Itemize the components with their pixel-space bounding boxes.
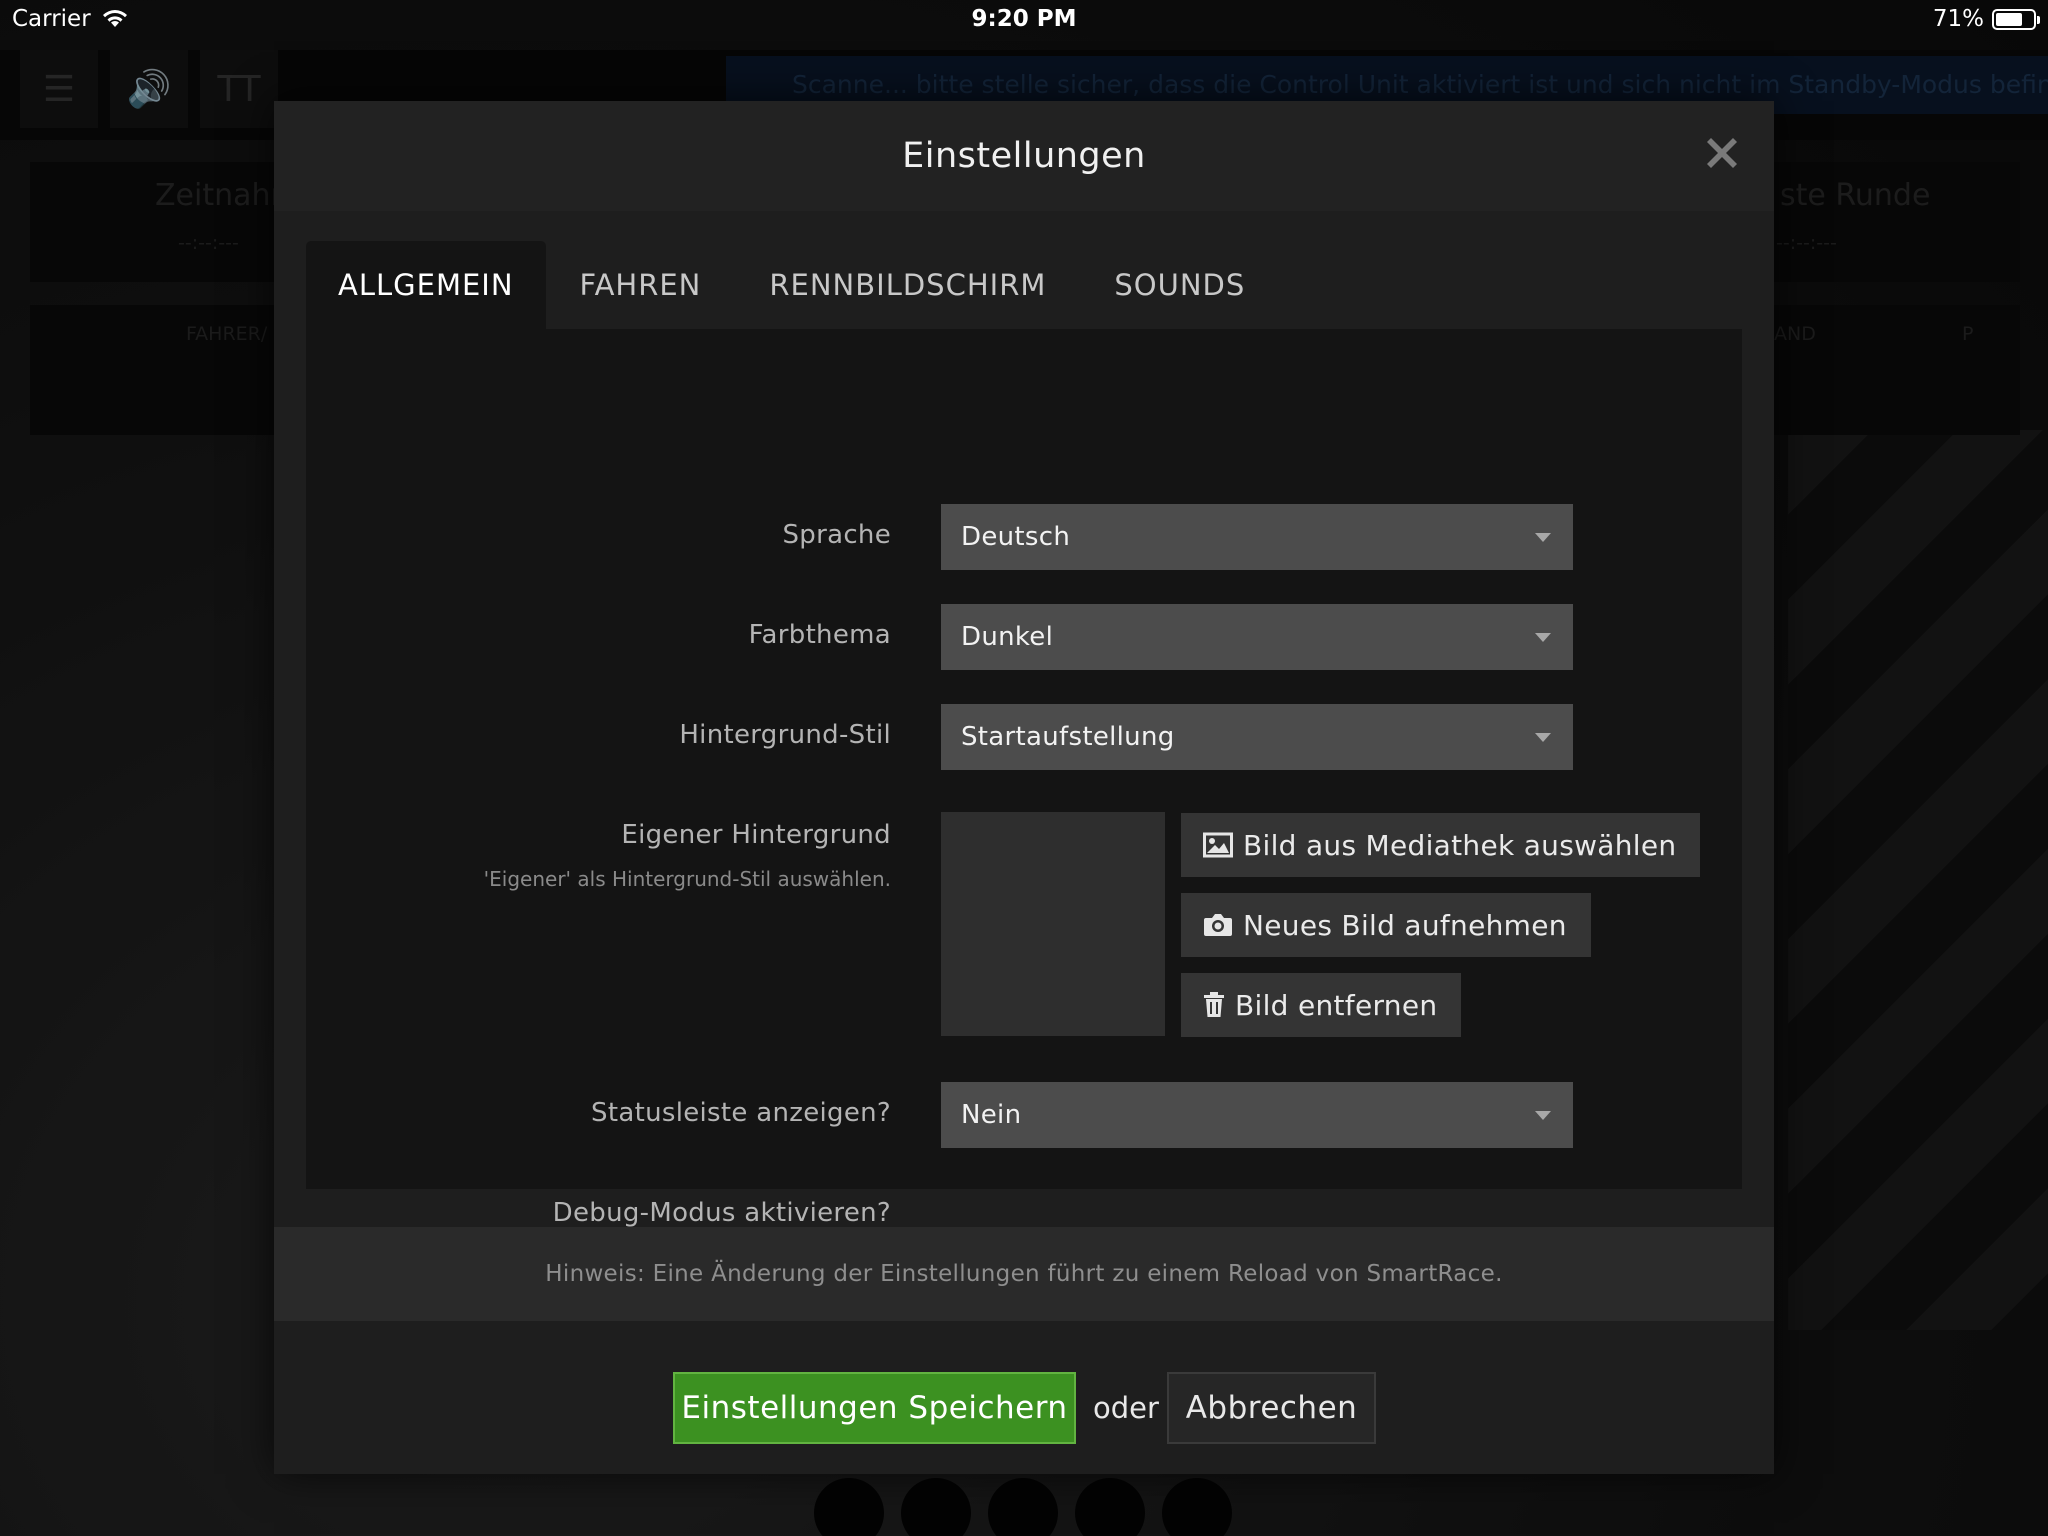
reload-notice: Hinweis: Eine Änderung der Einstellungen… <box>274 1227 1774 1321</box>
caret-down-icon <box>1535 733 1551 742</box>
tab-fahren[interactable]: FAHREN <box>546 241 736 329</box>
caret-down-icon <box>1535 633 1551 642</box>
tab-allgemein[interactable]: ALLGEMEIN <box>306 241 546 329</box>
select-media-button[interactable]: Bild aus Mediathek auswählen <box>1181 813 1701 877</box>
tab-rennbildschirm[interactable]: RENNBILDSCHIRM <box>735 241 1080 329</box>
cancel-button[interactable]: Abbrechen <box>1167 1372 1376 1444</box>
battery-icon <box>1992 8 2040 30</box>
caret-down-icon <box>1535 533 1551 542</box>
remove-image-label: Bild entfernen <box>1235 988 1438 1022</box>
select-hintergrund-stil[interactable]: Startaufstellung <box>941 704 1573 770</box>
status-bar: Carrier 9:20 PM 71% <box>0 0 2048 42</box>
label-debug: Debug-Modus aktivieren? <box>552 1198 891 1228</box>
battery-level-fill <box>1996 12 2022 26</box>
take-photo-label: Neues Bild aufnehmen <box>1243 908 1567 942</box>
tab-bar: ALLGEMEIN FAHREN RENNBILDSCHIRM SOUNDS <box>306 241 1279 329</box>
select-hintergrund-stil-value: Startaufstellung <box>961 722 1175 752</box>
select-farbthema-value: Dunkel <box>961 622 1054 652</box>
background-image-preview <box>941 812 1165 1036</box>
hint-eigener-hintergrund: 'Eigener' als Hintergrund-Stil auswählen… <box>483 867 891 891</box>
take-photo-button[interactable]: Neues Bild aufnehmen <box>1181 893 1591 957</box>
close-button[interactable] <box>1704 135 1740 171</box>
trash-icon <box>1204 992 1224 1017</box>
status-time: 9:20 PM <box>971 6 1077 32</box>
tab-sounds[interactable]: SOUNDS <box>1080 241 1279 329</box>
modal-title: Einstellungen <box>902 136 1146 176</box>
select-debug[interactable]: Nein <box>941 1082 1573 1148</box>
or-label: oder <box>1093 1391 1159 1425</box>
close-x-icon <box>1707 138 1737 168</box>
label-sprache: Sprache <box>782 520 891 550</box>
image-icon <box>1203 832 1233 858</box>
select-sprache[interactable]: Deutsch <box>941 504 1573 570</box>
select-farbthema[interactable]: Dunkel <box>941 604 1573 670</box>
save-settings-button[interactable]: Einstellungen Speichern <box>673 1372 1076 1444</box>
select-media-label: Bild aus Mediathek auswählen <box>1243 828 1677 862</box>
remove-image-button[interactable]: Bild entfernen <box>1181 973 1462 1037</box>
label-eigener-hintergrund: Eigener Hintergrund <box>621 820 891 850</box>
tab-panel-allgemein: Sprache Deutsch Farbthema Dunkel Hinterg… <box>306 329 1742 1189</box>
label-farbthema: Farbthema <box>748 620 891 650</box>
camera-icon <box>1204 914 1232 936</box>
select-debug-value: Nein <box>961 1100 1022 1130</box>
status-battery: 71% <box>1932 6 2040 32</box>
select-sprache-value: Deutsch <box>961 522 1071 552</box>
settings-modal: Einstellungen ALLGEMEIN FAHREN RENNBILDS… <box>274 101 1774 1474</box>
battery-percent: 71% <box>1932 6 1984 32</box>
label-statusleiste: Statusleiste anzeigen? <box>591 1098 891 1128</box>
label-hintergrund-stil: Hintergrund-Stil <box>679 720 891 750</box>
screen: ☰ 🔊 TT Scanne... bitte stelle sicher, da… <box>0 0 2048 1536</box>
caret-down-icon <box>1535 1111 1551 1120</box>
